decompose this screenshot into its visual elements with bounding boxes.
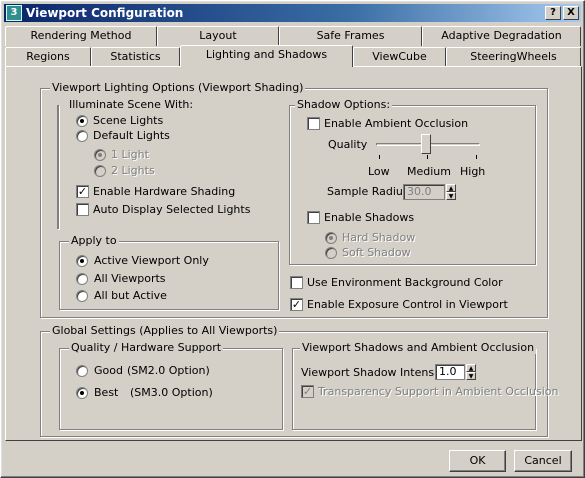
hardware-shading-checkbox[interactable]: ✓ [76,185,89,198]
apply-to-legend: Apply to [69,234,119,247]
ambient-occlusion-label: Enable Ambient Occlusion [324,117,469,130]
all-viewports-label: All Viewports [94,272,166,285]
illuminate-scene-legend: Illuminate Scene With: [67,98,196,111]
hard-shadow-radio[interactable] [325,232,337,244]
vp-shadows-legend: Viewport Shadows and Ambient Occlusion [300,341,537,354]
spin-down-icon[interactable]: ▼ [446,192,456,200]
default-lights-label: Default Lights [93,129,170,142]
exposure-control-label: Enable Exposure Control in Viewport [307,298,508,311]
sample-radius-spinner[interactable]: ▲ ▼ [446,184,456,200]
quality-tick [476,155,477,159]
soft-shadow-label: Soft Shadow [342,246,411,259]
tab-adaptive-degradation[interactable]: Adaptive Degradation [422,26,581,46]
best-option-label: (SM3.0 Option) [130,386,213,399]
tab-safe-frames[interactable]: Safe Frames [279,26,422,46]
soft-shadow-radio[interactable] [325,247,337,259]
one-light-label: 1 Light [111,148,149,161]
spin-down-icon[interactable]: ▼ [466,372,476,380]
title-bar[interactable]: 3 Viewport Configuration ? X [4,4,581,22]
viewport-configuration-dialog: 3 Viewport Configuration ? X Rendering M… [0,0,585,478]
quality-tick [379,155,380,159]
shadow-intensity-input[interactable]: 1.0 [435,364,465,380]
shadow-intensity-label: Viewport Shadow Intensity [301,366,448,379]
sample-radius-input[interactable]: 30.0 [403,184,445,200]
quality-medium-label: Medium [407,165,451,178]
shadow-options-legend: Shadow Options: [295,98,393,111]
tab-viewcube[interactable]: ViewCube [353,47,446,67]
active-viewport-label: Active Viewport Only [94,254,209,267]
quality-tick [427,155,428,159]
exposure-control-checkbox[interactable]: ✓ [290,298,303,311]
shadow-intensity-spinner[interactable]: ▲ ▼ [466,364,476,380]
apply-to-group: Apply to [59,234,279,310]
best-label: Best [94,386,119,399]
sample-radius-label: Sample Radius [327,185,409,198]
spin-up-icon[interactable]: ▲ [446,184,456,192]
ok-button[interactable]: OK [449,450,506,472]
env-background-label: Use Environment Background Color [307,276,503,289]
auto-display-lights-checkbox[interactable] [76,203,89,216]
lighting-options-legend: Viewport Lighting Options (Viewport Shad… [50,81,306,94]
tab-layout[interactable]: Layout [157,26,279,46]
best-radio[interactable] [76,387,88,399]
quality-hardware-legend: Quality / Hardware Support [69,341,224,354]
ambient-occlusion-checkbox[interactable] [307,117,320,130]
good-label: Good [94,364,123,377]
global-settings-legend: Global Settings (Applies to All Viewport… [50,324,280,337]
tab-panel: Viewport Lighting Options (Viewport Shad… [5,66,582,441]
illuminate-scene-group: Illuminate Scene With: [57,98,196,229]
cancel-button[interactable]: Cancel [514,450,572,472]
tab-regions[interactable]: Regions [5,47,91,67]
tab-statistics[interactable]: Statistics [91,47,180,67]
tab-steeringwheels[interactable]: SteeringWheels [446,47,581,67]
spin-up-icon[interactable]: ▲ [466,364,476,372]
transparency-support-checkbox[interactable]: ✓ [301,385,314,398]
scene-lights-radio[interactable] [76,115,88,127]
tab-lighting-and-shadows[interactable]: Lighting and Shadows [180,45,353,67]
all-viewports-radio[interactable] [76,273,88,285]
quality-high-label: High [460,165,486,178]
env-background-checkbox[interactable] [290,276,303,289]
quality-label: Quality [328,138,368,151]
all-but-active-radio[interactable] [76,290,88,302]
quality-slider-thumb[interactable] [421,134,431,154]
help-button[interactable]: ? [545,6,561,20]
two-lights-radio[interactable] [94,165,106,177]
active-viewport-radio[interactable] [76,255,88,267]
good-option-label: (SM2.0 Option) [127,364,210,377]
tab-rendering-method[interactable]: Rendering Method [5,26,157,46]
close-button[interactable]: X [563,6,579,20]
app-icon: 3 [6,5,22,21]
two-lights-label: 2 Lights [111,164,155,177]
one-light-radio[interactable] [94,149,106,161]
default-lights-radio[interactable] [76,130,88,142]
enable-shadows-checkbox[interactable] [307,211,320,224]
auto-display-lights-label: Auto Display Selected Lights [93,203,251,216]
hard-shadow-label: Hard Shadow [342,231,416,244]
good-radio[interactable] [76,365,88,377]
quality-low-label: Low [368,165,390,178]
transparency-support-label: Transparency Support in Ambient Occlusio… [318,385,559,398]
enable-shadows-label: Enable Shadows [324,211,415,224]
window-title: Viewport Configuration [26,6,184,20]
hardware-shading-label: Enable Hardware Shading [93,185,236,198]
scene-lights-label: Scene Lights [93,114,164,127]
all-but-active-label: All but Active [94,289,167,302]
